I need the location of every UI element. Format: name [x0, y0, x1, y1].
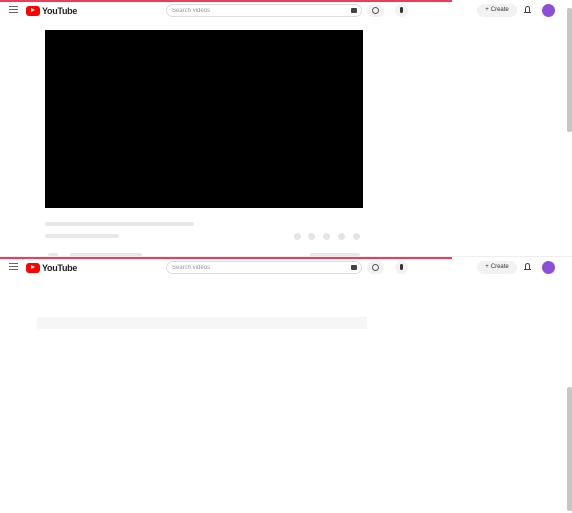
plus-icon: +: [485, 7, 489, 13]
youtube-logo[interactable]: YouTube: [26, 262, 77, 273]
bell-icon[interactable]: [524, 263, 531, 271]
browser-view-top: YouTube +Create: [0, 0, 572, 256]
action-placeholder: [308, 233, 315, 240]
content-placeholder: [37, 317, 367, 329]
keyboard-icon[interactable]: [351, 265, 357, 270]
mic-button[interactable]: [395, 261, 408, 274]
channel-placeholder: [45, 234, 119, 238]
search-input[interactable]: [172, 7, 342, 14]
search-input[interactable]: [172, 264, 342, 271]
action-placeholder: [294, 233, 301, 240]
browser-view-bottom: YouTube +Create: [0, 257, 572, 513]
create-label: Create: [490, 7, 509, 13]
action-placeholder: [353, 233, 360, 240]
masthead: YouTube +Create: [0, 257, 572, 279]
scrollbar[interactable]: [567, 387, 572, 511]
youtube-logo-icon: [26, 262, 40, 273]
bell-icon[interactable]: [524, 6, 531, 14]
avatar[interactable]: [542, 4, 555, 17]
plus-icon: +: [485, 264, 489, 270]
youtube-logo-icon: [26, 5, 40, 16]
logo-text: YouTube: [42, 5, 78, 16]
video-player[interactable]: [45, 30, 363, 208]
scrollbar[interactable]: [567, 8, 572, 132]
title-placeholder: [45, 222, 194, 226]
menu-icon[interactable]: [9, 263, 18, 271]
youtube-logo[interactable]: YouTube: [26, 5, 77, 16]
create-label: Create: [490, 264, 509, 270]
action-placeholder: [338, 233, 345, 240]
keyboard-icon[interactable]: [351, 8, 357, 13]
search-box: [166, 261, 362, 274]
search-box: [166, 4, 362, 17]
search-button[interactable]: [367, 4, 384, 17]
masthead: YouTube +Create: [0, 0, 572, 22]
action-placeholder: [323, 233, 330, 240]
menu-icon[interactable]: [9, 6, 18, 14]
search-button[interactable]: [367, 261, 384, 274]
create-button[interactable]: + Create: [477, 4, 517, 17]
mic-button[interactable]: [395, 4, 408, 17]
logo-text: YouTube: [42, 262, 78, 273]
avatar[interactable]: [542, 261, 555, 274]
create-button[interactable]: + Create: [477, 261, 517, 274]
